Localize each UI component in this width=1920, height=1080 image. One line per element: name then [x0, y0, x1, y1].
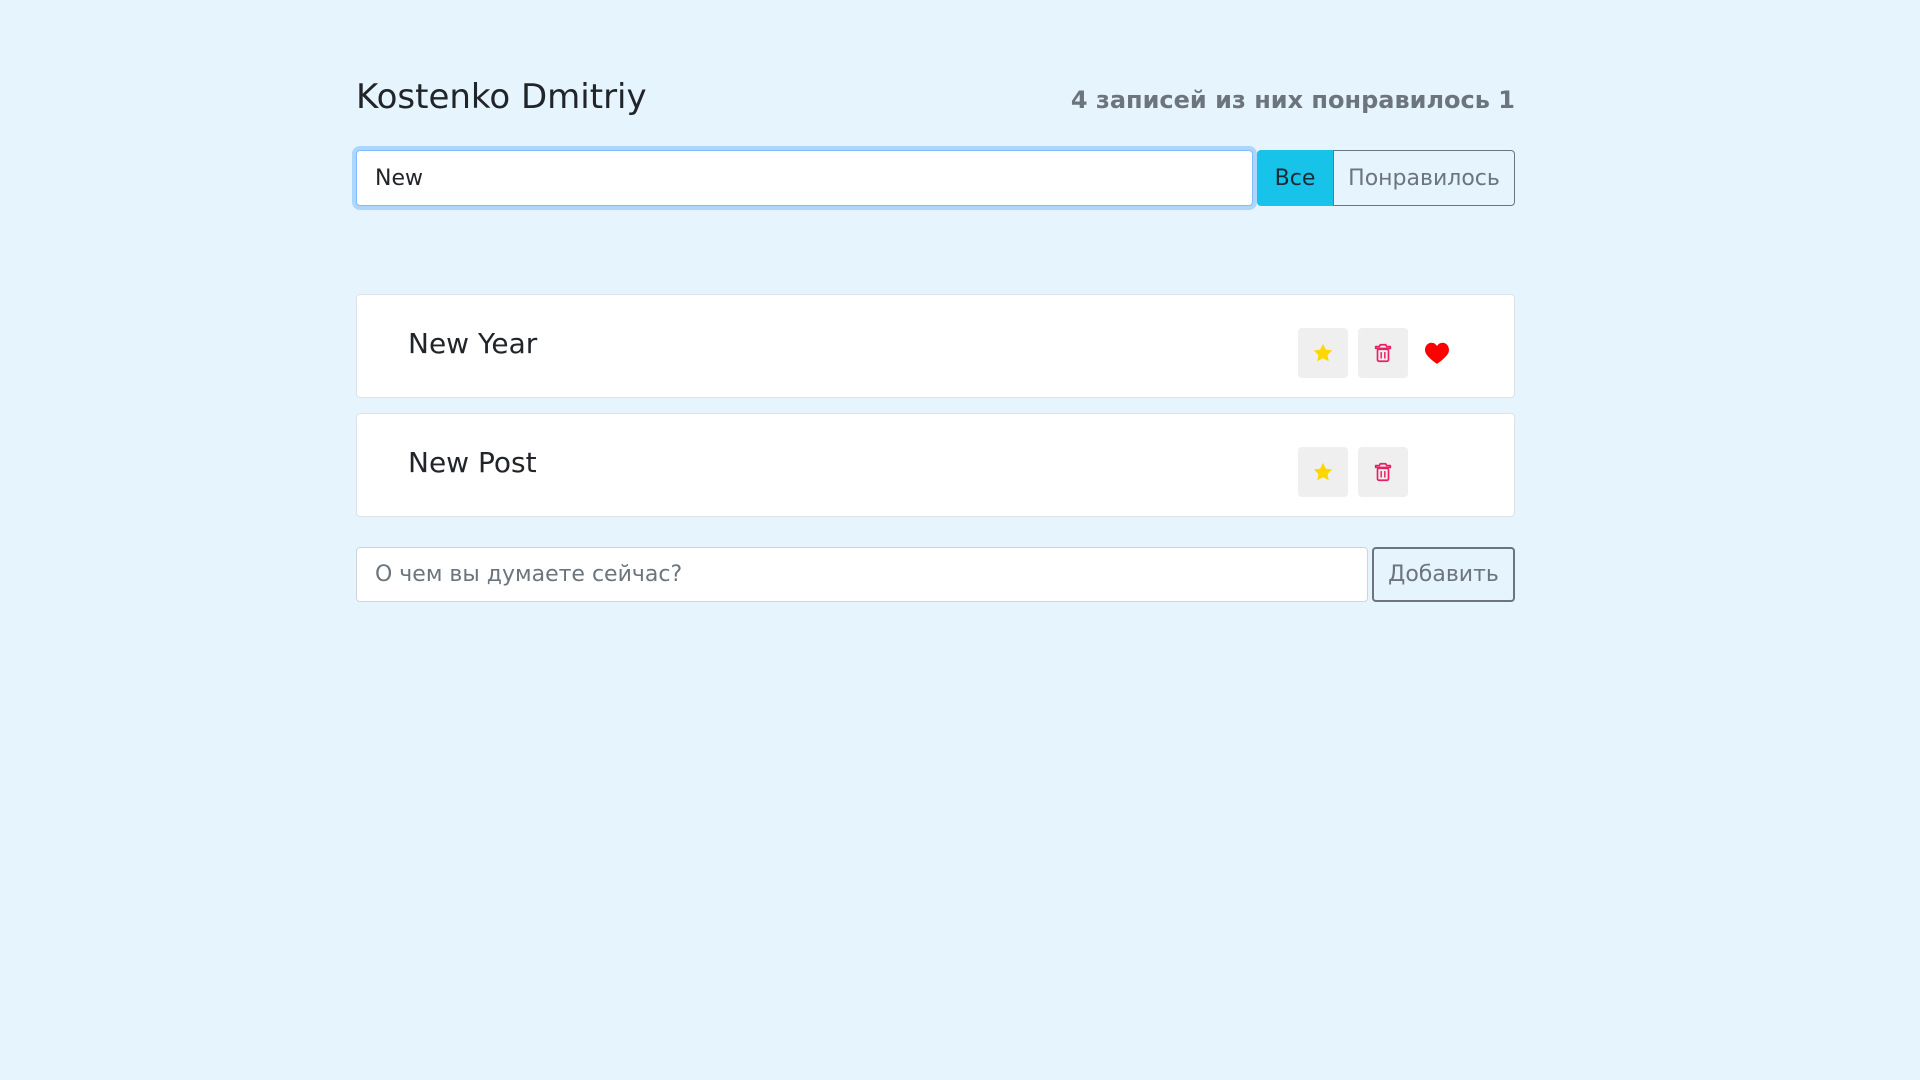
trash-icon: [1374, 462, 1392, 482]
trash-icon: [1374, 343, 1392, 363]
search-input[interactable]: [356, 150, 1253, 206]
post-label[interactable]: New Post: [408, 438, 537, 488]
filter-button-group: Все Понравилось: [1257, 150, 1515, 206]
new-post-input[interactable]: [356, 547, 1368, 602]
important-button[interactable]: [1298, 447, 1348, 497]
post-list: New Year New Post: [356, 294, 1515, 532]
filter-liked-button[interactable]: Понравилось: [1333, 150, 1515, 206]
post-label[interactable]: New Year: [408, 319, 537, 369]
search-panel: Все Понравилось: [356, 150, 1515, 206]
delete-button[interactable]: [1358, 447, 1408, 497]
post-list-item: New Year: [356, 294, 1515, 398]
app-header: Kostenko Dmitriy 4 записей из них понрав…: [356, 70, 1515, 120]
star-icon: [1313, 343, 1333, 362]
post-counter: 4 записей из них понравилось 1: [1070, 86, 1515, 114]
add-post-button[interactable]: Добавить: [1372, 547, 1515, 602]
post-actions: [1298, 328, 1452, 378]
heart-icon: [1425, 342, 1449, 364]
delete-button[interactable]: [1358, 328, 1408, 378]
liked-indicator: [1422, 338, 1452, 368]
page-title: Kostenko Dmitriy: [356, 77, 647, 117]
filter-all-button[interactable]: Все: [1257, 150, 1333, 206]
post-actions: [1298, 447, 1418, 497]
post-list-item: New Post: [356, 413, 1515, 517]
star-icon: [1313, 462, 1333, 481]
add-post-form: Добавить: [356, 547, 1515, 602]
important-button[interactable]: [1298, 328, 1348, 378]
